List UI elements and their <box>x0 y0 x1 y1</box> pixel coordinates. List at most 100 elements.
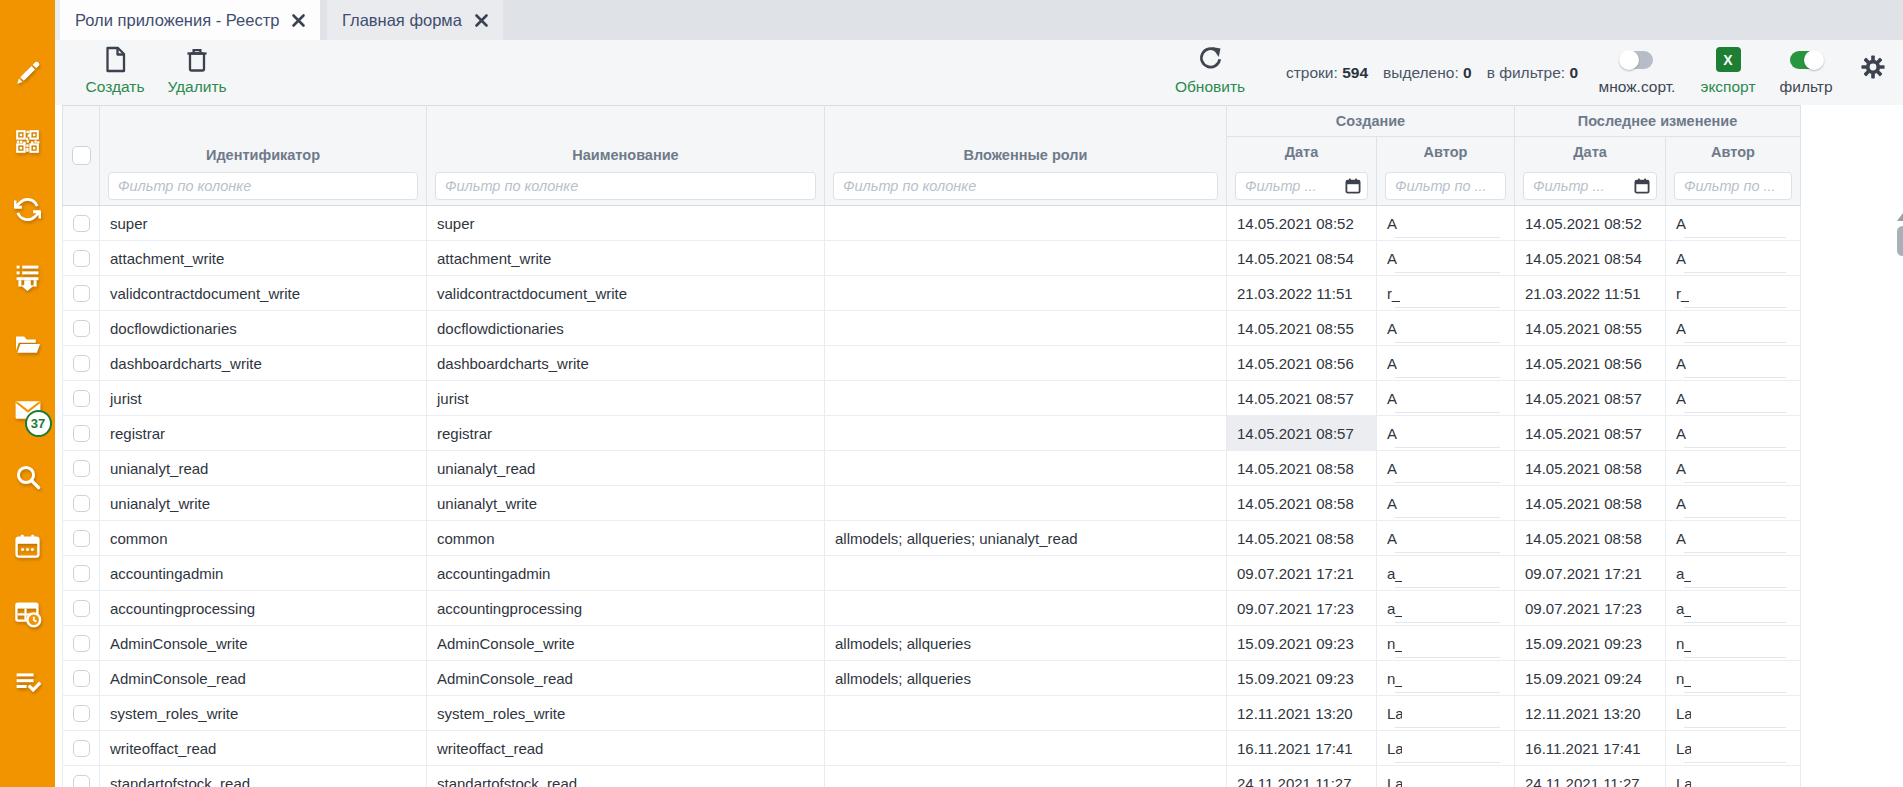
cell-identifier[interactable]: accountingprocessing <box>100 591 427 626</box>
sidebar-item-mail[interactable]: 37 <box>0 392 55 428</box>
cell-creation-author[interactable]: a_ <box>1377 591 1515 626</box>
cell-identifier[interactable]: AdminConsole_read <box>100 661 427 696</box>
cell-nested-roles[interactable]: allmodels; allqueries <box>825 626 1227 661</box>
cell-creation-date[interactable]: 09.07.2021 17:23 <box>1227 591 1377 626</box>
cell-creation-date[interactable]: 12.11.2021 13:20 <box>1227 696 1377 731</box>
cell-modification-date[interactable]: 14.05.2021 08:56 <box>1515 346 1666 381</box>
cell-modification-author[interactable]: La <box>1666 766 1801 787</box>
table-row[interactable]: dashboardcharts_write dashboardcharts_wr… <box>63 346 1801 381</box>
sidebar-item-search[interactable] <box>0 459 55 495</box>
sidebar-item-table-clock[interactable] <box>0 596 55 632</box>
row-checkbox[interactable] <box>73 775 90 787</box>
cell-name[interactable]: jurist <box>427 381 825 416</box>
cell-creation-author[interactable]: A <box>1377 241 1515 276</box>
identifier-filter-input[interactable] <box>108 172 418 200</box>
cell-name[interactable]: validcontractdocument_write <box>427 276 825 311</box>
row-checkbox[interactable] <box>73 215 90 232</box>
cell-modification-date[interactable]: 09.07.2021 17:23 <box>1515 591 1666 626</box>
cell-creation-date[interactable]: 14.05.2021 08:58 <box>1227 451 1377 486</box>
multisort-toggle[interactable]: множ.сорт. <box>1589 44 1685 96</box>
cell-modification-author[interactable]: A <box>1666 416 1801 451</box>
cell-modification-author[interactable]: A <box>1666 381 1801 416</box>
cell-name[interactable]: common <box>427 521 825 556</box>
column-header-nested-roles[interactable]: Вложенные роли <box>825 106 1227 167</box>
cell-modification-author[interactable]: A <box>1666 241 1801 276</box>
row-checkbox[interactable] <box>73 320 90 337</box>
cell-identifier[interactable]: unianalyt_read <box>100 451 427 486</box>
tab-close-icon[interactable] <box>279 13 306 28</box>
cell-nested-roles[interactable] <box>825 206 1227 241</box>
cell-creation-author[interactable]: A <box>1377 521 1515 556</box>
cell-modification-date[interactable]: 21.03.2022 11:51 <box>1515 276 1666 311</box>
cell-modification-date[interactable]: 15.09.2021 09:23 <box>1515 626 1666 661</box>
cell-creation-author[interactable]: A <box>1377 416 1515 451</box>
sidebar-item-folder[interactable] <box>0 327 55 363</box>
cell-identifier[interactable]: docflowdictionaries <box>100 311 427 346</box>
cell-creation-author[interactable]: La <box>1377 766 1515 787</box>
creation-author-filter-input[interactable] <box>1385 172 1506 200</box>
cell-modification-date[interactable]: 09.07.2021 17:21 <box>1515 556 1666 591</box>
settings-button[interactable] <box>1860 54 1886 80</box>
cell-nested-roles[interactable]: allmodels; allqueries; unianalyt_read <box>825 521 1227 556</box>
cell-name[interactable]: attachment_write <box>427 241 825 276</box>
table-row[interactable]: docflowdictionaries docflowdictionaries … <box>63 311 1801 346</box>
table-row[interactable]: validcontractdocument_write validcontrac… <box>63 276 1801 311</box>
cell-identifier[interactable]: dashboardcharts_write <box>100 346 427 381</box>
vertical-scrollbar[interactable] <box>1896 205 1903 787</box>
cell-creation-date[interactable]: 09.07.2021 17:21 <box>1227 556 1377 591</box>
cell-modification-author[interactable]: r_ <box>1666 276 1801 311</box>
cell-identifier[interactable]: common <box>100 521 427 556</box>
row-checkbox[interactable] <box>73 390 90 407</box>
cell-creation-date[interactable]: 14.05.2021 08:55 <box>1227 311 1377 346</box>
name-filter-input[interactable] <box>435 172 816 200</box>
cell-modification-date[interactable]: 15.09.2021 09:24 <box>1515 661 1666 696</box>
refresh-button[interactable]: Обновить <box>1165 44 1255 96</box>
cell-modification-author[interactable]: n_ <box>1666 626 1801 661</box>
row-checkbox[interactable] <box>73 495 90 512</box>
cell-creation-author[interactable]: La <box>1377 696 1515 731</box>
cell-modification-date[interactable]: 24.11.2021 11:27 <box>1515 766 1666 787</box>
row-checkbox[interactable] <box>73 565 90 582</box>
cell-creation-date[interactable]: 14.05.2021 08:56 <box>1227 346 1377 381</box>
modification-author-filter-input[interactable] <box>1674 172 1792 200</box>
cell-identifier[interactable]: writeoffact_read <box>100 731 427 766</box>
cell-nested-roles[interactable] <box>825 591 1227 626</box>
cell-creation-author[interactable]: A <box>1377 486 1515 521</box>
cell-modification-date[interactable]: 14.05.2021 08:55 <box>1515 311 1666 346</box>
table-row[interactable]: unianalyt_write unianalyt_write 14.05.20… <box>63 486 1801 521</box>
scroll-up-icon[interactable] <box>1897 213 1903 221</box>
cell-modification-date[interactable]: 14.05.2021 08:57 <box>1515 416 1666 451</box>
cell-creation-date[interactable]: 16.11.2021 17:41 <box>1227 731 1377 766</box>
nested-roles-filter-input[interactable] <box>833 172 1218 200</box>
cell-modification-date[interactable]: 12.11.2021 13:20 <box>1515 696 1666 731</box>
cell-identifier[interactable]: registrar <box>100 416 427 451</box>
table-row[interactable]: standartofstock_read standartofstock_rea… <box>63 766 1801 787</box>
table-row[interactable]: AdminConsole_write AdminConsole_write al… <box>63 626 1801 661</box>
cell-identifier[interactable]: jurist <box>100 381 427 416</box>
cell-nested-roles[interactable] <box>825 696 1227 731</box>
cell-modification-date[interactable]: 14.05.2021 08:58 <box>1515 486 1666 521</box>
table-row[interactable]: system_roles_write system_roles_write 12… <box>63 696 1801 731</box>
row-checkbox[interactable] <box>73 530 90 547</box>
cell-modification-author[interactable]: A <box>1666 206 1801 241</box>
table-row[interactable]: attachment_write attachment_write 14.05.… <box>63 241 1801 276</box>
column-header-identifier[interactable]: Идентификатор <box>100 106 427 167</box>
table-row[interactable]: super super 14.05.2021 08:52 A 14.05.202… <box>63 206 1801 241</box>
cell-modification-author[interactable]: A <box>1666 521 1801 556</box>
cell-name[interactable]: AdminConsole_write <box>427 626 825 661</box>
cell-creation-author[interactable]: n_ <box>1377 661 1515 696</box>
cell-creation-date[interactable]: 14.05.2021 08:57 <box>1227 381 1377 416</box>
row-checkbox[interactable] <box>73 635 90 652</box>
cell-modification-date[interactable]: 14.05.2021 08:52 <box>1515 206 1666 241</box>
select-all-checkbox[interactable] <box>72 146 91 165</box>
cell-modification-author[interactable]: n_ <box>1666 661 1801 696</box>
cell-name[interactable]: writeoffact_read <box>427 731 825 766</box>
cell-name[interactable]: standartofstock_read <box>427 766 825 787</box>
table-row[interactable]: registrar registrar 14.05.2021 08:57 A 1… <box>63 416 1801 451</box>
cell-name[interactable]: accountingadmin <box>427 556 825 591</box>
cell-identifier[interactable]: validcontractdocument_write <box>100 276 427 311</box>
cell-creation-date[interactable]: 14.05.2021 08:52 <box>1227 206 1377 241</box>
filter-toggle[interactable]: фильтр <box>1758 44 1854 96</box>
toggle-on-icon[interactable] <box>1790 51 1822 69</box>
row-checkbox[interactable] <box>73 250 90 267</box>
